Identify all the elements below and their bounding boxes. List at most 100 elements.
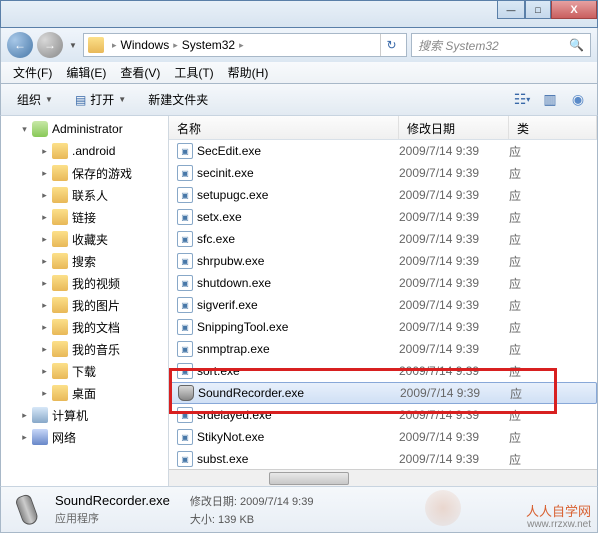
tree-toggle-icon[interactable]: ▸ — [39, 278, 50, 289]
file-rows[interactable]: ▣SecEdit.exe2009/7/14 9:39应▣secinit.exe2… — [169, 140, 597, 469]
menu-help[interactable]: 帮助(H) — [222, 62, 275, 83]
file-row[interactable]: ▣snmptrap.exe2009/7/14 9:39应 — [169, 338, 597, 360]
help-button[interactable]: ◉ — [567, 89, 589, 111]
menu-view[interactable]: 查看(V) — [114, 62, 166, 83]
file-row[interactable]: ▣shutdown.exe2009/7/14 9:39应 — [169, 272, 597, 294]
file-row[interactable]: ▣SnippingTool.exe2009/7/14 9:39应 — [169, 316, 597, 338]
nav-forward-button[interactable]: → — [37, 32, 63, 58]
file-type: 应 — [509, 253, 521, 270]
search-icon[interactable]: 🔍 — [569, 38, 584, 52]
nav-back-button[interactable]: ← — [7, 32, 33, 58]
file-row[interactable]: ▣setx.exe2009/7/14 9:39应 — [169, 206, 597, 228]
new-folder-button[interactable]: 新建文件夹 — [140, 87, 216, 112]
tree-item-label: 计算机 — [52, 407, 88, 424]
tree-item[interactable]: ▸下载 — [1, 360, 168, 382]
file-row[interactable]: ▣sfc.exe2009/7/14 9:39应 — [169, 228, 597, 250]
menu-tools[interactable]: 工具(T) — [168, 62, 219, 83]
tree-item[interactable]: ▸链接 — [1, 206, 168, 228]
address-row: ← → ▼ ▸ Windows ▸ System32 ▸ ↻ 搜索 System… — [0, 28, 598, 62]
tree-toggle-icon[interactable]: ▸ — [39, 234, 50, 245]
file-type: 应 — [510, 385, 522, 402]
tree-toggle-icon[interactable]: ▸ — [19, 432, 30, 443]
folder-icon — [52, 297, 68, 313]
tree-item[interactable]: ▸保存的游戏 — [1, 162, 168, 184]
details-subtitle: 应用程序 — [55, 510, 170, 526]
exe-icon: ▣ — [177, 407, 193, 423]
tree-toggle-icon[interactable]: ▸ — [39, 366, 50, 377]
tree-toggle-icon[interactable]: ▸ — [39, 190, 50, 201]
scrollbar-thumb[interactable] — [269, 472, 349, 485]
breadcrumb[interactable]: ▸ Windows ▸ System32 ▸ ↻ — [83, 33, 407, 57]
preview-pane-button[interactable]: ▥ — [539, 89, 561, 111]
sidebar[interactable]: ▾Administrator▸.android▸保存的游戏▸联系人▸链接▸收藏夹… — [1, 116, 169, 486]
horizontal-scrollbar[interactable] — [169, 469, 597, 486]
breadcrumb-item-system32[interactable]: System32 — [182, 38, 235, 52]
maximize-button[interactable]: □ — [525, 1, 551, 19]
file-list: 名称 修改日期 类 ▣SecEdit.exe2009/7/14 9:39应▣se… — [169, 116, 597, 486]
organize-button[interactable]: 组织 ▼ — [9, 87, 61, 112]
details-date: 2009/7/14 9:39 — [240, 496, 313, 508]
column-type[interactable]: 类 — [509, 116, 597, 139]
file-row[interactable]: ▣sort.exe2009/7/14 9:39应 — [169, 360, 597, 382]
file-row[interactable]: ▣secinit.exe2009/7/14 9:39应 — [169, 162, 597, 184]
tree-item[interactable]: ▸我的音乐 — [1, 338, 168, 360]
file-row[interactable]: SoundRecorder.exe2009/7/14 9:39应 — [169, 382, 597, 404]
breadcrumb-item-windows[interactable]: Windows — [121, 38, 170, 52]
file-row[interactable]: ▣SecEdit.exe2009/7/14 9:39应 — [169, 140, 597, 162]
tree-toggle-icon[interactable]: ▸ — [39, 322, 50, 333]
nav-history-dropdown[interactable]: ▼ — [67, 35, 79, 55]
folder-icon — [52, 319, 68, 335]
tree-item[interactable]: ▾Administrator — [1, 118, 168, 140]
dropdown-icon: ▼ — [118, 95, 126, 104]
tree-toggle-icon[interactable]: ▸ — [39, 212, 50, 223]
tree-item[interactable]: ▸桌面 — [1, 382, 168, 404]
tree-item[interactable]: ▸ 联系人 — [1, 184, 168, 206]
tree-item[interactable]: ▸ 计算机 — [1, 404, 168, 426]
file-type: 应 — [509, 165, 521, 182]
tree-toggle-icon[interactable]: ▸ — [39, 168, 50, 179]
folder-icon — [52, 209, 68, 225]
tree-item[interactable]: ▸我的视频 — [1, 272, 168, 294]
tree-toggle-icon[interactable]: ▾ — [19, 124, 30, 135]
tree-item-label: 搜索 — [72, 253, 96, 270]
breadcrumb-sep-icon: ▸ — [112, 40, 117, 51]
tree-toggle-icon[interactable]: ▸ — [39, 146, 50, 157]
watermark-logo-icon — [425, 490, 461, 526]
file-row[interactable]: ▣StikyNot.exe2009/7/14 9:39应 — [169, 426, 597, 448]
view-options-button[interactable]: ☷▾ — [511, 89, 533, 111]
tree-toggle-icon[interactable]: ▸ — [39, 256, 50, 267]
file-name: SnippingTool.exe — [197, 320, 288, 334]
menu-edit[interactable]: 编辑(E) — [60, 62, 112, 83]
column-date[interactable]: 修改日期 — [399, 116, 509, 139]
file-name: shrpubw.exe — [197, 254, 264, 268]
refresh-button[interactable]: ↻ — [380, 34, 402, 56]
folder-icon — [52, 275, 68, 291]
file-row[interactable]: ▣setupugc.exe2009/7/14 9:39应 — [169, 184, 597, 206]
search-input[interactable]: 搜索 System32 🔍 — [411, 33, 591, 57]
column-name[interactable]: 名称 — [169, 116, 399, 139]
file-row[interactable]: ▣srdelayed.exe2009/7/14 9:39应 — [169, 404, 597, 426]
menu-file[interactable]: 文件(F) — [7, 62, 58, 83]
open-button[interactable]: ▤ 打开 ▼ — [67, 87, 134, 112]
file-type: 应 — [509, 275, 521, 292]
file-name: SoundRecorder.exe — [198, 386, 304, 400]
exe-icon: ▣ — [177, 231, 193, 247]
tree-toggle-icon[interactable]: ▸ — [39, 388, 50, 399]
close-button[interactable]: X — [551, 1, 597, 19]
tree-item[interactable]: ▸我的图片 — [1, 294, 168, 316]
tree-item[interactable]: ▸ 搜索 — [1, 250, 168, 272]
tree-toggle-icon[interactable]: ▸ — [39, 344, 50, 355]
minimize-button[interactable]: — — [497, 1, 525, 19]
tree-item[interactable]: ▸.android — [1, 140, 168, 162]
tree-item[interactable]: ▸我的文档 — [1, 316, 168, 338]
tree-toggle-icon[interactable]: ▸ — [19, 410, 30, 421]
file-row[interactable]: ▣shrpubw.exe2009/7/14 9:39应 — [169, 250, 597, 272]
tree-item[interactable]: ▸收藏夹 — [1, 228, 168, 250]
tree-toggle-icon[interactable]: ▸ — [39, 300, 50, 311]
file-row[interactable]: ▣subst.exe2009/7/14 9:39应 — [169, 448, 597, 469]
tree-item[interactable]: ▸网络 — [1, 426, 168, 448]
tree-item-label: 联系人 — [72, 187, 108, 204]
file-row[interactable]: ▣sigverif.exe2009/7/14 9:39应 — [169, 294, 597, 316]
exe-icon: ▣ — [177, 143, 193, 159]
folder-icon — [52, 165, 68, 181]
